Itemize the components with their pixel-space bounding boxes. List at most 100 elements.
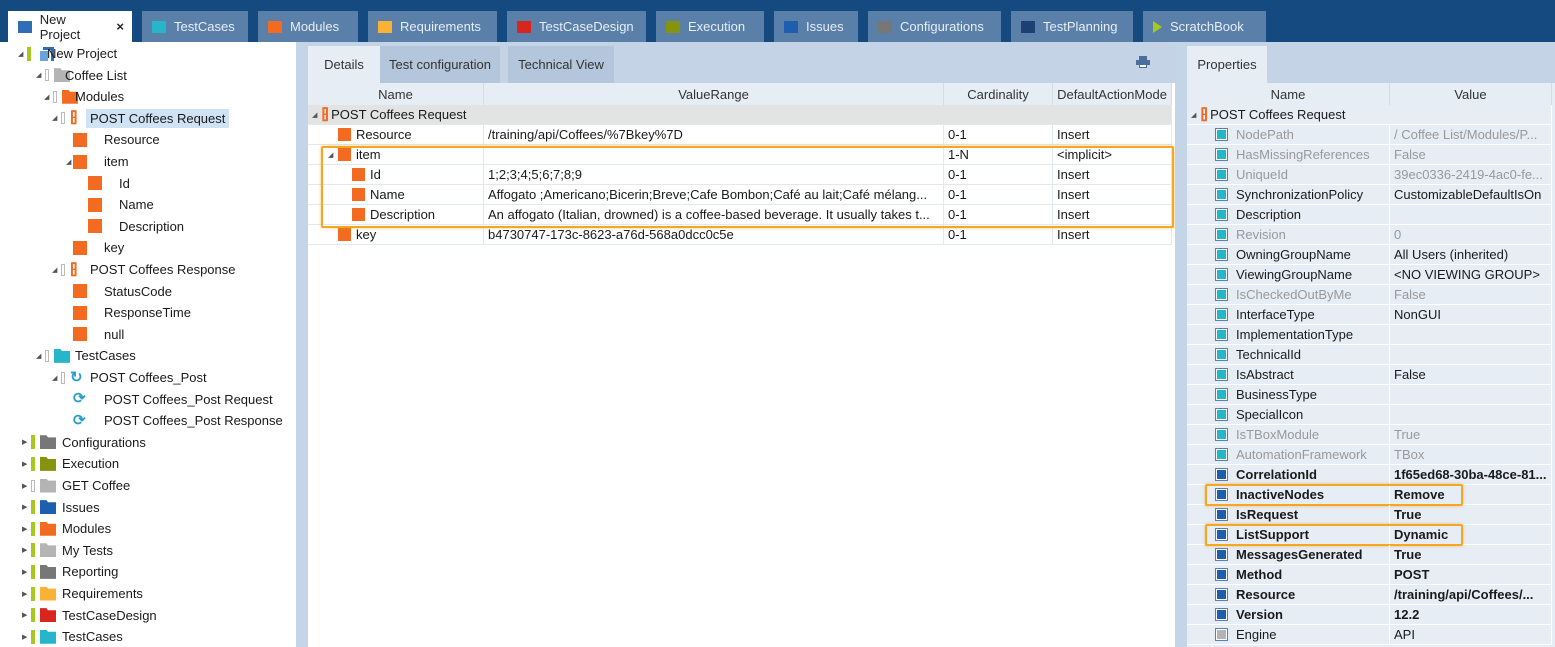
column-header-name[interactable]: Name [308, 83, 484, 105]
property-name[interactable]: SpecialIcon [1187, 405, 1390, 425]
tree-item[interactable]: ◢ Modules [0, 86, 296, 107]
top-tab-modules[interactable]: Modules [258, 11, 358, 42]
property-value[interactable]: 1f65ed68-30ba-48ce-81... [1390, 465, 1552, 485]
property-value[interactable]: API [1390, 625, 1552, 645]
property-name[interactable]: TechnicalId [1187, 345, 1390, 365]
tree-item[interactable]: ▶ TestCaseDesign [0, 605, 296, 626]
property-name[interactable]: HasMissingReferences [1187, 145, 1390, 165]
right-splitter[interactable] [1175, 42, 1187, 647]
tab-test-configuration[interactable]: Test configuration [380, 46, 500, 83]
property-name[interactable]: IsAbstract [1187, 365, 1390, 385]
grid-row-name[interactable]: Description [308, 205, 484, 225]
property-name[interactable]: ViewingGroupName [1187, 265, 1390, 285]
tree-item[interactable]: ▶ Issues [0, 497, 296, 518]
top-tab-configurations[interactable]: Configurations [868, 11, 1001, 42]
tab-details[interactable]: Details [308, 46, 380, 83]
grid-cell-mode[interactable]: Insert [1053, 185, 1172, 205]
property-value[interactable]: All Users (inherited) [1390, 245, 1552, 265]
tree-item[interactable]: ▶ Modules [0, 518, 296, 539]
expand-arrow-icon[interactable]: ▶ [22, 482, 30, 490]
expand-arrow-icon[interactable]: ▶ [22, 546, 30, 554]
collapse-arrow-icon[interactable]: ◢ [312, 111, 317, 119]
tree-item[interactable]: Name [0, 194, 296, 215]
property-name[interactable]: NodePath [1187, 125, 1390, 145]
tree-item[interactable]: ◢ Coffee List [0, 65, 296, 86]
collapse-arrow-icon[interactable]: ◢ [44, 93, 52, 101]
property-value[interactable]: TBox [1390, 445, 1552, 465]
expand-arrow-icon[interactable]: ▶ [22, 633, 30, 641]
property-value[interactable]: True [1390, 545, 1552, 565]
grid-cell-value[interactable]: Affogato ;Americano;Bicerin;Breve;Cafe B… [484, 185, 944, 205]
print-icon[interactable] [1136, 56, 1150, 68]
expand-arrow-icon[interactable]: ▶ [22, 525, 30, 533]
property-value[interactable]: NonGUI [1390, 305, 1552, 325]
tree-item[interactable]: ▶ TestCases [0, 626, 296, 647]
tree-item[interactable]: Id [0, 173, 296, 194]
property-name[interactable]: Resource [1187, 585, 1390, 605]
expand-arrow-icon[interactable]: ▶ [22, 568, 30, 576]
close-icon[interactable]: × [116, 19, 124, 34]
property-name[interactable]: SynchronizationPolicy [1187, 185, 1390, 205]
tree-item[interactable]: ⟳ POST Coffees_Post Response [0, 410, 296, 431]
grid-cell-card[interactable]: 0-1 [944, 165, 1053, 185]
top-tab-testcases[interactable]: TestCases [142, 11, 248, 42]
top-tab-issues[interactable]: Issues [774, 11, 858, 42]
expand-arrow-icon[interactable]: ▶ [22, 460, 30, 468]
expand-arrow-icon[interactable]: ▶ [22, 503, 30, 511]
expand-arrow-icon[interactable]: ▶ [22, 438, 30, 446]
collapse-arrow-icon[interactable]: ◢ [328, 151, 333, 159]
grid-cell-mode[interactable]: Insert [1053, 205, 1172, 225]
top-tab-scratchbook[interactable]: ScratchBook [1143, 11, 1266, 42]
property-value[interactable]: 39ec0336-2419-4ac0-fe... [1390, 165, 1552, 185]
tree-item[interactable]: ◢ ↻ POST Coffees_Post [0, 367, 296, 388]
property-value[interactable]: <NO VIEWING GROUP> [1390, 265, 1552, 285]
property-name[interactable]: BusinessType [1187, 385, 1390, 405]
column-header-name[interactable]: Name [1187, 83, 1390, 105]
property-group-row[interactable]: ◢ ⁅⁆ POST Coffees Request [1187, 105, 1552, 125]
property-name[interactable]: ListSupport [1187, 525, 1390, 545]
grid-cell-mode[interactable]: Insert [1053, 165, 1172, 185]
property-name[interactable]: Method [1187, 565, 1390, 585]
tree-item[interactable]: null [0, 324, 296, 345]
property-name[interactable]: InactiveNodes [1187, 485, 1390, 505]
grid-cell-mode[interactable]: <implicit> [1053, 145, 1172, 165]
property-value[interactable]: Remove [1390, 485, 1552, 505]
top-tab-requirements[interactable]: Requirements [368, 11, 497, 42]
property-value[interactable]: 0 [1390, 225, 1552, 245]
top-tab-testplanning[interactable]: TestPlanning [1011, 11, 1133, 42]
tree-item[interactable]: ▶ Reporting [0, 561, 296, 582]
tree-item[interactable]: ▶ My Tests [0, 540, 296, 561]
property-value[interactable]: False [1390, 145, 1552, 165]
property-name[interactable]: IsTBoxModule [1187, 425, 1390, 445]
tree-item[interactable]: Resource [0, 129, 296, 150]
tree-item[interactable]: ◢ ⁅⁆ POST Coffees Response [0, 259, 296, 280]
left-splitter[interactable] [296, 42, 308, 647]
collapse-arrow-icon[interactable]: ◢ [1191, 111, 1196, 119]
property-value[interactable]: 12.2 [1390, 605, 1552, 625]
top-tab-new-project[interactable]: New Project × [8, 11, 132, 42]
property-name[interactable]: Revision [1187, 225, 1390, 245]
grid-cell-card[interactable]: 1-N [944, 145, 1053, 165]
collapse-arrow-icon[interactable]: ◢ [52, 374, 60, 382]
collapse-arrow-icon[interactable]: ◢ [36, 352, 44, 360]
collapse-arrow-icon[interactable]: ◢ [52, 114, 60, 122]
grid-row-name[interactable]: key [308, 225, 484, 245]
tree-item[interactable]: ▶ Requirements [0, 583, 296, 604]
property-name[interactable]: Description [1187, 205, 1390, 225]
property-value[interactable]: Dynamic [1390, 525, 1552, 545]
grid-cell-card[interactable]: 0-1 [944, 125, 1053, 145]
tree-item[interactable]: Description [0, 216, 296, 237]
column-header-cardinality[interactable]: Cardinality [944, 83, 1053, 105]
property-name[interactable]: InterfaceType [1187, 305, 1390, 325]
tree-item[interactable]: key [0, 237, 296, 258]
property-name[interactable]: Engine [1187, 625, 1390, 645]
column-header-valuerange[interactable]: ValueRange [484, 83, 944, 105]
property-value[interactable] [1390, 385, 1552, 405]
property-value[interactable]: CustomizableDefaultIsOn [1390, 185, 1552, 205]
property-name[interactable]: OwningGroupName [1187, 245, 1390, 265]
property-value[interactable]: False [1390, 365, 1552, 385]
grid-cell-card[interactable]: 0-1 [944, 205, 1053, 225]
property-name[interactable]: IsRequest [1187, 505, 1390, 525]
column-header-value[interactable]: Value [1390, 83, 1552, 105]
grid-cell-value[interactable]: /training/api/Coffees/%7Bkey%7D [484, 125, 944, 145]
